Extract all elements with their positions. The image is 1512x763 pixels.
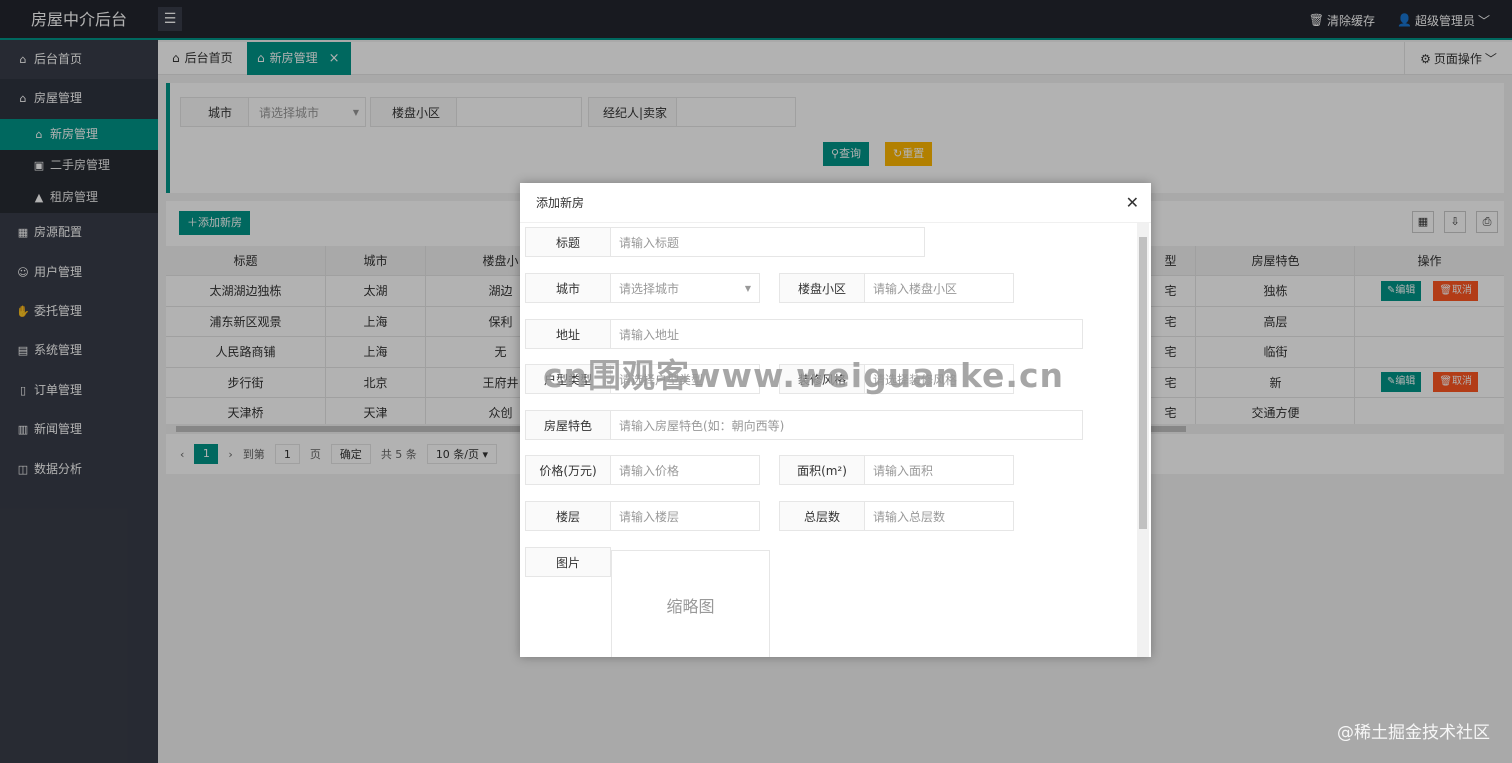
- estate-label: 楼盘小区: [779, 273, 865, 303]
- thumbnail-upload[interactable]: 缩略图: [611, 550, 770, 657]
- total-floors-input[interactable]: 请输入总层数: [864, 501, 1014, 531]
- price-input[interactable]: 请输入价格: [610, 455, 760, 485]
- area-input[interactable]: 请输入面积: [864, 455, 1014, 485]
- feature-input[interactable]: 请输入房屋特色(如：朝向西等): [610, 410, 1083, 440]
- floor-input[interactable]: 请输入楼层: [610, 501, 760, 531]
- address-input[interactable]: 请输入地址: [610, 319, 1083, 349]
- title-label: 标题: [525, 227, 611, 257]
- dialog-title: 添加新房: [520, 183, 1151, 223]
- caret-down-icon: ▼: [744, 284, 751, 293]
- feature-label: 房屋特色: [525, 410, 611, 440]
- floor-label: 楼层: [525, 501, 611, 531]
- add-house-dialog: 添加新房 ✕ 标题 请输入标题 城市 请选择城市 ▼ 楼盘小区 请输入楼盘小区 地…: [520, 183, 1151, 657]
- watermark-text: cn围观客www.weiguanke.cn: [543, 356, 1065, 395]
- title-input[interactable]: 请输入标题: [610, 227, 925, 257]
- dialog-body: 标题 请输入标题 城市 请选择城市 ▼ 楼盘小区 请输入楼盘小区 地址 请输入地址…: [520, 223, 1151, 657]
- price-label: 价格(万元): [525, 455, 611, 485]
- total-floors-label: 总层数: [779, 501, 865, 531]
- credit-text: @稀土掘金技术社区: [1337, 723, 1490, 743]
- estate-input[interactable]: 请输入楼盘小区: [864, 273, 1014, 303]
- vertical-scrollbar[interactable]: [1137, 223, 1149, 657]
- address-label: 地址: [525, 319, 611, 349]
- area-label: 面积(m²): [779, 455, 865, 485]
- close-icon[interactable]: ✕: [1126, 193, 1139, 212]
- city-label: 城市: [525, 273, 611, 303]
- image-label: 图片: [525, 547, 611, 577]
- scroll-thumb[interactable]: [1139, 237, 1147, 529]
- city-select[interactable]: 请选择城市 ▼: [610, 273, 760, 303]
